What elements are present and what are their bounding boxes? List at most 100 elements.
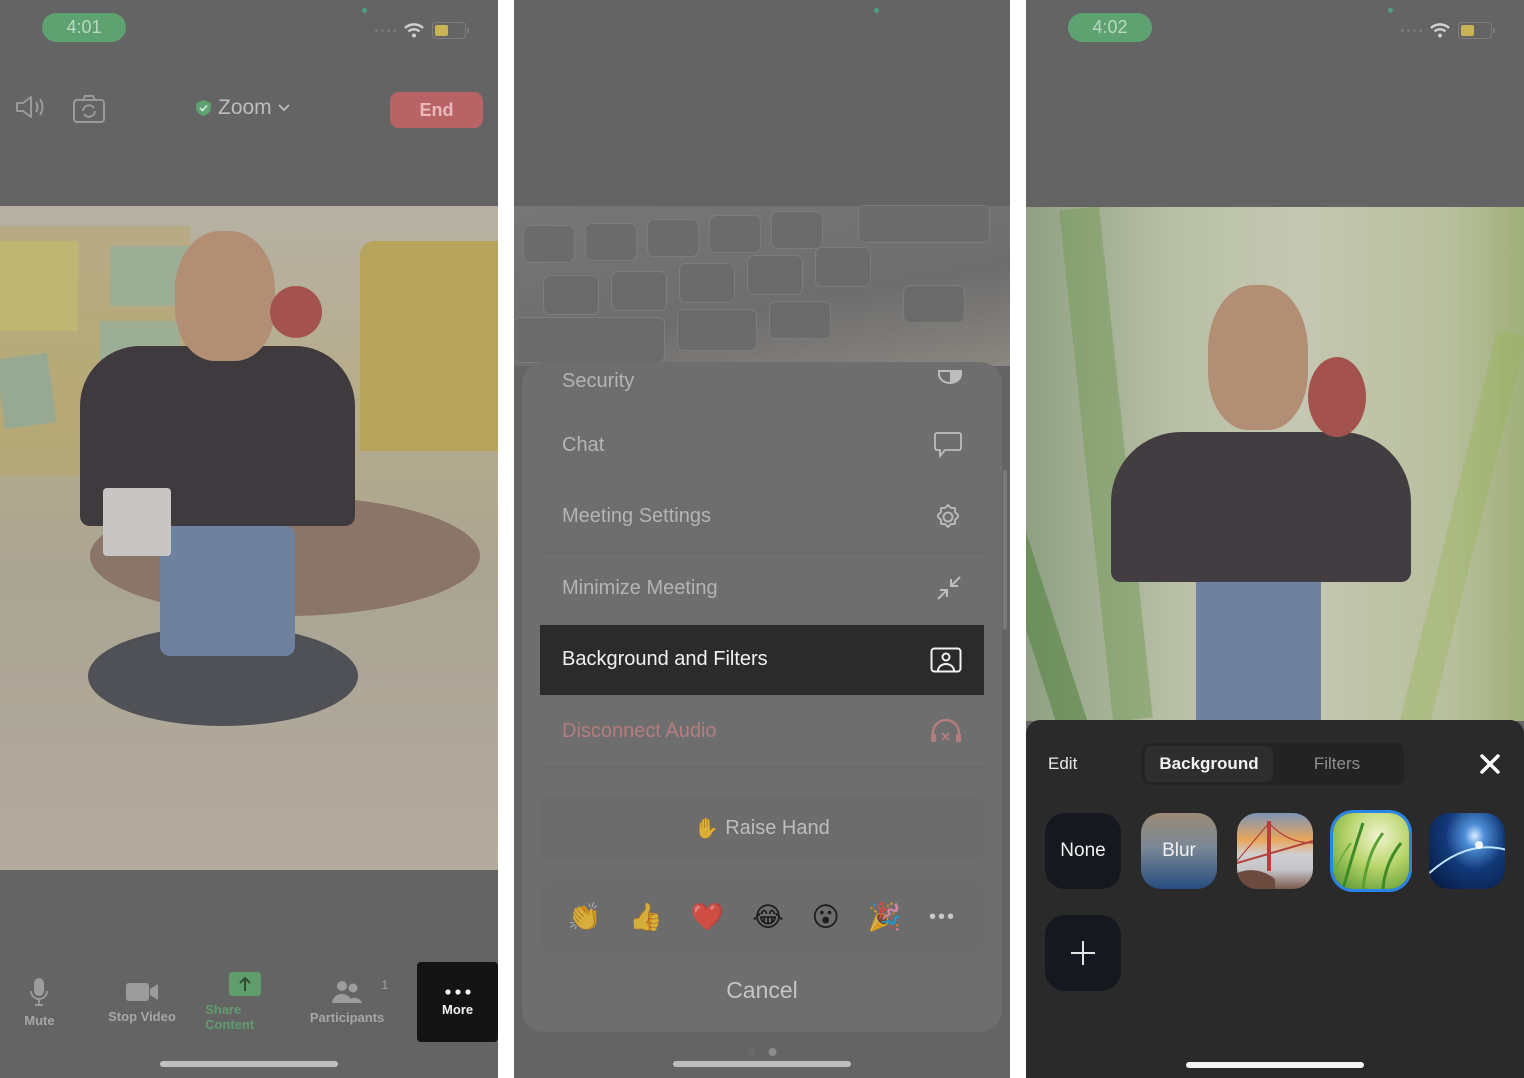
apple — [1308, 357, 1366, 437]
microphone-icon — [30, 977, 49, 1006]
shield-icon — [938, 370, 962, 384]
more-button[interactable]: More — [417, 962, 498, 1042]
reaction-heart[interactable]: ❤️ — [691, 901, 725, 933]
background-option-golden-gate[interactable] — [1237, 813, 1313, 889]
phone-screen-more-menu: Security Chat Meeting Settings Minimize … — [514, 0, 1010, 1078]
home-indicator[interactable] — [673, 1061, 851, 1067]
menu-item-label: Background and Filters — [562, 648, 768, 671]
menu-item-label: Disconnect Audio — [562, 719, 717, 742]
close-icon[interactable] — [1478, 752, 1502, 776]
meeting-title-text: Zoom — [218, 96, 272, 119]
participants-button[interactable]: Participants 1 — [284, 962, 410, 1042]
participants-icon — [332, 980, 363, 1003]
menu-item-disconnect-audio[interactable]: Disconnect Audio — [540, 696, 984, 768]
meeting-toolbar: Mute Stop Video Share Content Participan… — [0, 962, 498, 1042]
meeting-header: Zoom End — [0, 88, 498, 134]
menu-item-minimize-meeting[interactable]: Minimize Meeting — [540, 553, 984, 625]
menu-scrollbar[interactable] — [1003, 470, 1007, 630]
grass-blade — [1026, 508, 1093, 721]
page-dot[interactable] — [747, 1048, 756, 1056]
apple — [270, 286, 322, 338]
home-indicator[interactable] — [1186, 1062, 1364, 1068]
menu-item-meeting-settings[interactable]: Meeting Settings — [540, 482, 984, 553]
figurine-jeans — [160, 526, 295, 656]
reaction-surprised[interactable]: 😮 — [812, 902, 840, 933]
background-filters-sheet: Edit Background Filters None Blur — [1026, 720, 1524, 1078]
yellow-board — [360, 241, 498, 451]
switch-camera-button[interactable] — [72, 94, 106, 124]
menu-item-label: Meeting Settings — [562, 505, 711, 528]
mute-button[interactable]: Mute — [0, 962, 79, 1042]
more-actions-sheet: Security Chat Meeting Settings Minimize … — [522, 362, 1002, 1032]
background-filters-tabs: Background Filters — [1142, 743, 1404, 785]
more-reactions-button[interactable]: ••• — [929, 906, 956, 929]
phone-screen-meeting: 4:01 Zoom End Mute Stop Video Share Cont… — [0, 0, 498, 1078]
menu-item-label: Security — [562, 370, 635, 392]
phone-prop — [103, 488, 171, 556]
grass-blade — [1395, 329, 1524, 721]
background-option-blur[interactable]: Blur — [1141, 813, 1217, 889]
cellular-signal-icon — [1401, 29, 1422, 32]
gear-icon — [937, 503, 959, 528]
video-feed-keyboard — [514, 206, 1010, 366]
headphones-disconnect-icon — [931, 719, 961, 743]
menu-item-label: Chat — [562, 433, 605, 456]
camera-indicator-dot — [874, 8, 879, 13]
menu-item-background-and-filters[interactable]: Background and Filters — [540, 624, 984, 696]
raise-hand-emoji: ✋ — [694, 818, 720, 840]
wifi-icon — [404, 23, 424, 38]
shield-check-icon — [196, 100, 211, 116]
figurine-shirt — [1111, 432, 1411, 582]
reaction-thumbs-up[interactable]: 👍 — [629, 901, 663, 933]
share-content-button[interactable]: Share Content — [205, 962, 284, 1042]
cellular-signal-icon — [375, 29, 396, 32]
plus-icon — [1071, 941, 1095, 965]
more-label: More — [442, 1001, 474, 1017]
cancel-button[interactable]: Cancel — [522, 977, 1002, 1004]
add-background-button[interactable] — [1045, 915, 1121, 991]
switch-camera-icon — [73, 95, 105, 123]
tab-filters[interactable]: Filters — [1273, 746, 1401, 782]
grass-image — [1333, 822, 1403, 889]
reaction-party[interactable]: 🎉 — [868, 901, 902, 933]
participants-count-badge: 1 — [381, 978, 389, 992]
stop-video-label: Stop Video — [108, 1008, 176, 1024]
chevron-down-icon — [278, 104, 290, 112]
battery-icon — [432, 22, 469, 39]
chat-bubble-icon — [934, 432, 962, 459]
meeting-title-dropdown[interactable]: Zoom — [195, 96, 290, 120]
menu-item-chat[interactable]: Chat — [540, 410, 984, 482]
speaker-button[interactable] — [14, 94, 48, 120]
status-icons — [1401, 22, 1495, 39]
edit-button[interactable]: Edit — [1048, 754, 1077, 774]
figurine-head — [1208, 285, 1308, 430]
background-option-earth[interactable] — [1429, 813, 1505, 889]
phone-screen-background-filters: 4:02 Edit Background Filters None Blur — [1026, 0, 1524, 1078]
reactions-bar: 👏 👍 ❤️ 😂 😮 🎉 ••• — [540, 881, 984, 953]
video-feed-virtual-background — [1026, 207, 1524, 721]
background-option-none[interactable]: None — [1045, 813, 1121, 889]
raise-hand-label: Raise Hand — [725, 817, 830, 839]
participants-label: Participants — [309, 1009, 385, 1025]
reaction-laughing[interactable]: 😂 — [752, 902, 784, 933]
stop-video-button[interactable]: Stop Video — [79, 962, 205, 1042]
status-time: 4:02 — [1068, 13, 1152, 42]
background-options: None Blur — [1045, 813, 1505, 889]
camera-indicator-dot — [1388, 8, 1393, 13]
video-feed — [0, 206, 498, 870]
background-option-grass-selected[interactable] — [1333, 813, 1409, 889]
video-camera-icon — [125, 982, 158, 1001]
home-indicator[interactable] — [160, 1061, 338, 1067]
page-dot-current[interactable] — [768, 1048, 777, 1056]
battery-icon — [1458, 22, 1495, 39]
end-meeting-button[interactable]: End — [390, 92, 483, 128]
tab-background[interactable]: Background — [1145, 746, 1273, 782]
earth-image — [1429, 841, 1505, 875]
speaker-icon — [16, 96, 44, 118]
status-icons — [375, 22, 469, 39]
menu-item-security[interactable]: Security — [540, 362, 984, 410]
raise-hand-button[interactable]: ✋ Raise Hand — [540, 797, 984, 860]
share-screen-icon — [228, 972, 261, 996]
reaction-clap[interactable]: 👏 — [568, 901, 602, 933]
camera-indicator-dot — [362, 8, 367, 13]
